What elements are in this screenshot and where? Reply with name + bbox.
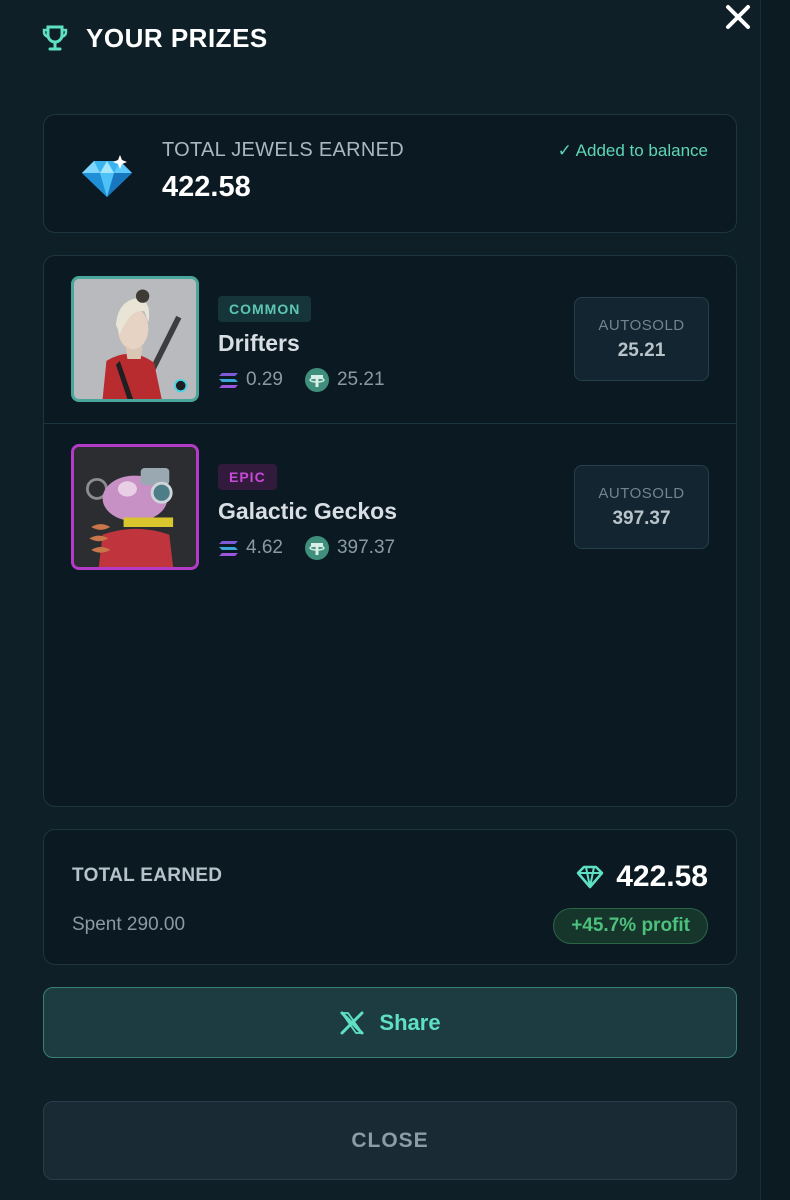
prize-name: Galactic Geckos xyxy=(218,498,397,524)
usdt-icon xyxy=(304,368,329,392)
x-logo-icon xyxy=(340,1011,365,1034)
autosold-label: AUTOSOLD xyxy=(598,485,685,502)
sol-value: 0.29 xyxy=(246,369,283,390)
prizes-list: COMMON Drifters 0.29 25.21 AUTOSOLD 25.2… xyxy=(43,255,737,807)
sol-value: 4.62 xyxy=(246,537,283,558)
autosold-box: AUTOSOLD 25.21 xyxy=(574,297,709,381)
modal-title: YOUR PRIZES xyxy=(86,22,268,53)
jewels-summary-card: TOTAL JEWELS EARNED 422.58 ✓ Added to ba… xyxy=(43,114,737,233)
autosold-value: 397.37 xyxy=(612,508,671,529)
jewels-label: TOTAL JEWELS EARNED xyxy=(162,139,405,161)
profit-badge: +45.7% profit xyxy=(553,908,708,944)
share-label: Share xyxy=(379,1009,441,1035)
autosold-box: AUTOSOLD 397.37 xyxy=(574,465,709,549)
total-earned-card: TOTAL EARNED 422.58 Spent 290.00 +45.7% … xyxy=(43,829,737,965)
spent-amount: Spent 290.00 xyxy=(72,914,186,935)
prize-stats: 0.29 25.21 xyxy=(218,368,385,392)
rarity-badge: COMMON xyxy=(218,296,312,322)
solana-icon xyxy=(219,541,238,556)
close-button[interactable]: CLOSE xyxy=(43,1101,737,1180)
autosold-label: AUTOSOLD xyxy=(598,317,685,334)
modal-header: YOUR PRIZES xyxy=(40,22,268,54)
scrollbar-track xyxy=(760,0,790,1200)
rarity-badge: EPIC xyxy=(218,464,277,490)
total-earned-value-group: 422.58 xyxy=(576,860,708,894)
prize-name: Drifters xyxy=(218,330,300,356)
prize-image xyxy=(71,276,199,402)
total-earned-value: 422.58 xyxy=(616,860,708,893)
usdt-value: 397.37 xyxy=(336,537,396,558)
prize-stats: 4.62 397.37 xyxy=(218,536,395,560)
usdt-icon xyxy=(304,536,329,560)
diamond-icon xyxy=(82,155,132,197)
prizes-modal: YOUR PRIZES TOTAL JEWELS EARNED 422.58 ✓… xyxy=(0,0,790,1200)
solana-icon xyxy=(219,373,238,388)
autosold-value: 25.21 xyxy=(617,340,666,361)
added-status: ✓ Added to balance xyxy=(557,141,708,160)
share-button[interactable]: Share xyxy=(43,987,737,1058)
prize-item[interactable]: COMMON Drifters 0.29 25.21 AUTOSOLD 25.2… xyxy=(44,256,736,424)
gem-icon xyxy=(576,865,604,889)
jewels-value: 422.58 xyxy=(162,171,251,203)
trophy-icon xyxy=(42,25,68,51)
close-icon[interactable] xyxy=(718,0,758,36)
prize-image xyxy=(71,444,199,570)
close-label: CLOSE xyxy=(351,1128,429,1152)
total-earned-label: TOTAL EARNED xyxy=(72,865,223,886)
prize-item[interactable]: EPIC Galactic Geckos 4.62 397.37 AUTOSOL… xyxy=(44,424,736,592)
usdt-value: 25.21 xyxy=(336,369,385,390)
